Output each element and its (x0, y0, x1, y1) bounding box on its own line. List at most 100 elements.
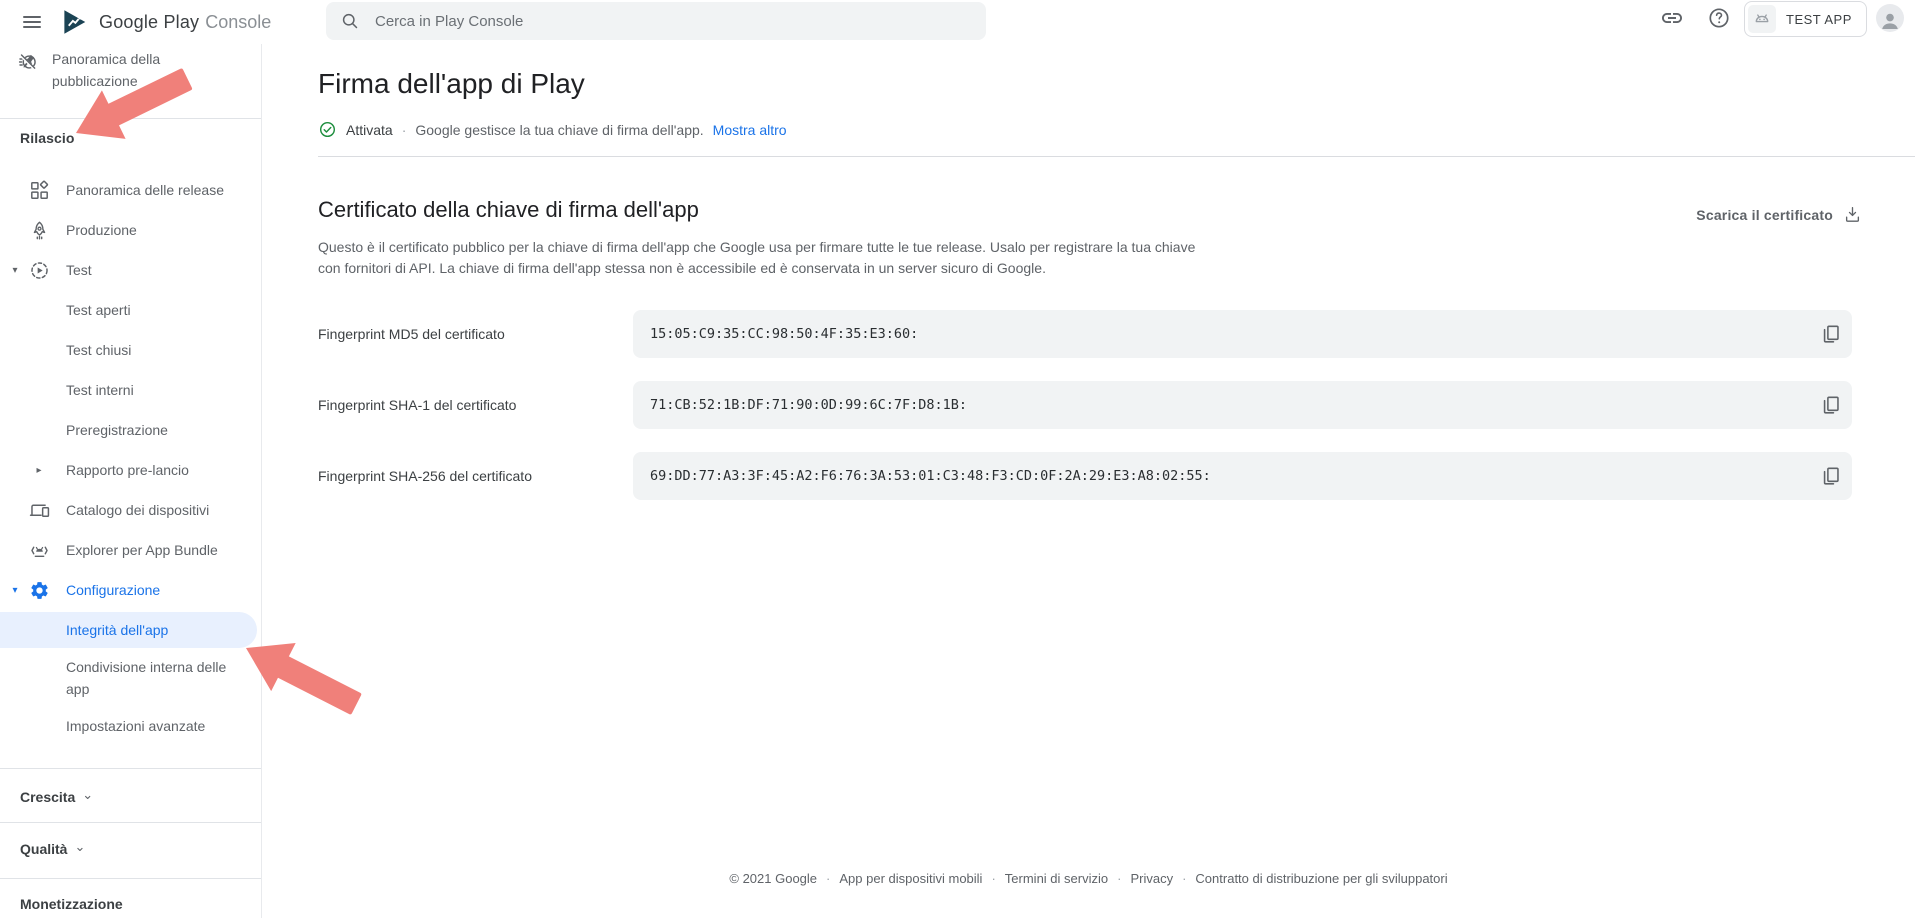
fingerprint-value: 15:05:C9:35:CC:98:50:4F:35:E3:60: (650, 326, 918, 342)
sidebar-item-label: Test interni (66, 379, 148, 401)
sidebar-section-crescita[interactable]: Crescita⌄ (20, 789, 93, 805)
footer-link[interactable]: Privacy (1130, 871, 1173, 886)
sidebar-section-qualit-[interactable]: Qualità⌄ (20, 841, 85, 857)
dot-separator: · (991, 871, 995, 886)
fingerprint-value: 69:DD:77:A3:3F:45:A2:F6:76:3A:53:01:C3:4… (650, 468, 1211, 484)
sidebar-item-configurazione[interactable]: ▾ Configurazione (0, 570, 261, 610)
download-certificate-button[interactable]: Scarica il certificato (1696, 205, 1862, 224)
sidebar-divider (0, 822, 261, 823)
sidebar-item-panoramica-della-pubblicazione[interactable]: Panoramica della pubblicazione (0, 44, 261, 114)
person-icon (1878, 8, 1902, 32)
sidebar-item-label: Rapporto pre-lancio (66, 459, 203, 481)
sidebar-item-panoramica-delle-release[interactable]: Panoramica delle release (0, 170, 261, 210)
sidebar-item-label: Impostazioni avanzate (66, 715, 219, 737)
sidebar-item-rapporto-pre-lancio[interactable]: ▸ Rapporto pre-lancio (0, 450, 261, 490)
chevron-right-icon: ▸ (28, 459, 50, 481)
sidebar-section-rilascio: Rilascio (20, 130, 75, 146)
account-avatar[interactable] (1876, 4, 1904, 32)
pin-off-icon[interactable] (18, 52, 38, 72)
copy-icon[interactable] (1820, 394, 1842, 416)
footer-link[interactable]: Contratto di distribuzione per gli svilu… (1195, 871, 1447, 886)
sidebar-item-label: Test aperti (66, 299, 145, 321)
sidebar-item-impostazioni-avanzate[interactable]: Impostazioni avanzate (0, 706, 261, 746)
sidebar-item-catalogo-dei-dispositivi[interactable]: Catalogo dei dispositivi (0, 490, 261, 530)
sidebar-item-test[interactable]: ▾ Test (0, 250, 261, 290)
sidebar-item-condivisione-interna-delle-app[interactable]: Condivisione interna delle app (0, 650, 261, 706)
device-catalog-icon (28, 499, 50, 521)
production-icon (28, 219, 50, 241)
chevron-down-icon: ⌄ (74, 842, 85, 852)
copy-icon[interactable] (1820, 323, 1842, 345)
fingerprint-row: Fingerprint SHA-256 del certificato 69:D… (318, 452, 1852, 500)
sidebar-item-test-chiusi[interactable]: Test chiusi (0, 330, 261, 370)
fingerprint-value-field: 69:DD:77:A3:3F:45:A2:F6:76:3A:53:01:C3:4… (633, 452, 1852, 500)
sidebar-item-test-interni[interactable]: Test interni (0, 370, 261, 410)
download-icon (1843, 205, 1862, 224)
play-logo-icon (60, 7, 90, 37)
app-bundle-icon (28, 539, 50, 561)
brand-suffix: Console (205, 12, 271, 33)
fingerprint-value-field: 15:05:C9:35:CC:98:50:4F:35:E3:60: (633, 310, 1852, 358)
sidebar-item-label: Panoramica delle release (66, 179, 238, 201)
dot-separator: · (402, 122, 407, 138)
sidebar-divider (0, 878, 261, 879)
sidebar-nav: Panoramica delle release Produzione ▾ Te… (0, 170, 261, 746)
footer-link[interactable]: Termini di servizio (1005, 871, 1108, 886)
footer-links: · App per dispositivi mobili · Termini di s… (817, 871, 1448, 886)
sidebar-divider (0, 768, 261, 769)
play-console-logo[interactable]: Google Play Console (60, 7, 271, 37)
sidebar-item-label: Explorer per App Bundle (66, 539, 232, 561)
sidebar-item-label: Integrità dell'app (66, 619, 182, 641)
copy-icon[interactable] (1820, 465, 1842, 487)
status-badge: Attivata (346, 122, 393, 138)
copyright-text: © 2021 Google (729, 871, 817, 886)
footer-link[interactable]: App per dispositivi mobili (839, 871, 982, 886)
search-placeholder: Cerca in Play Console (375, 13, 523, 30)
fingerprint-row: Fingerprint SHA-1 del certificato 71:CB:… (318, 381, 1852, 429)
android-app-icon (1748, 5, 1776, 33)
sidebar-item-integrit-dell-app[interactable]: Integrità dell'app (0, 612, 257, 648)
certificate-section-title: Certificato della chiave di firma dell'a… (318, 197, 699, 223)
fingerprint-value-field: 71:CB:52:1B:DF:71:90:0D:99:6C:7F:D8:1B: (633, 381, 1852, 429)
app-chip-label: TEST APP (1786, 12, 1852, 27)
fingerprint-label: Fingerprint SHA-256 del certificato (318, 468, 633, 484)
fingerprint-row: Fingerprint MD5 del certificato 15:05:C9… (318, 310, 1852, 358)
search-input[interactable]: Cerca in Play Console (326, 2, 986, 40)
dot-separator: · (1182, 871, 1186, 886)
page-title: Firma dell'app di Play (318, 68, 585, 100)
sidebar-divider (0, 118, 261, 119)
sidebar-item-label: Preregistrazione (66, 419, 182, 441)
link-icon[interactable] (1660, 6, 1684, 30)
sidebar-item-label: Configurazione (66, 579, 174, 601)
app-selector-chip[interactable]: TEST APP (1744, 1, 1867, 37)
sidebar-item-label: Catalogo dei dispositivi (66, 499, 223, 521)
sidebar-item-produzione[interactable]: Produzione (0, 210, 261, 250)
test-icon (28, 259, 50, 281)
fingerprint-label: Fingerprint SHA-1 del certificato (318, 397, 633, 413)
signing-status-row: Attivata · Google gestisce la tua chiave… (318, 120, 787, 139)
sidebar-item-label: Test chiusi (66, 339, 145, 361)
fingerprint-value: 71:CB:52:1B:DF:71:90:0D:99:6C:7F:D8:1B: (650, 397, 967, 413)
expander-slot: ▾ (8, 585, 22, 596)
menu-icon[interactable] (20, 10, 44, 34)
sidebar-item-explorer-per-app-bundle[interactable]: Explorer per App Bundle (0, 530, 261, 570)
sidebar-item-test-aperti[interactable]: Test aperti (0, 290, 261, 330)
release-overview-icon (28, 179, 50, 201)
sidebar-item-label: Panoramica della pubblicazione (52, 48, 202, 92)
sidebar-item-preregistrazione[interactable]: Preregistrazione (0, 410, 261, 450)
certificate-description: Questo è il certificato pubblico per la … (318, 237, 1206, 279)
settings-gear-icon (28, 579, 50, 601)
sidebar-item-label: Produzione (66, 219, 151, 241)
sidebar-item-label: Condivisione interna delle app (66, 656, 261, 700)
expander-slot: ▾ (8, 265, 22, 276)
help-icon[interactable] (1707, 6, 1731, 30)
download-certificate-label: Scarica il certificato (1696, 207, 1833, 223)
top-bar: Google Play Console Cerca in Play Consol… (0, 0, 1915, 44)
sidebar: Panoramica della pubblicazione Rilascio … (0, 44, 262, 918)
sidebar-section-monetizzazione[interactable]: Monetizzazione (20, 896, 123, 912)
show-more-link[interactable]: Mostra altro (713, 122, 787, 138)
chevron-down-icon: ⌄ (82, 790, 93, 800)
dot-separator: · (1117, 871, 1121, 886)
status-description: Google gestisce la tua chiave di firma d… (415, 122, 703, 138)
check-circle-icon (318, 120, 337, 139)
